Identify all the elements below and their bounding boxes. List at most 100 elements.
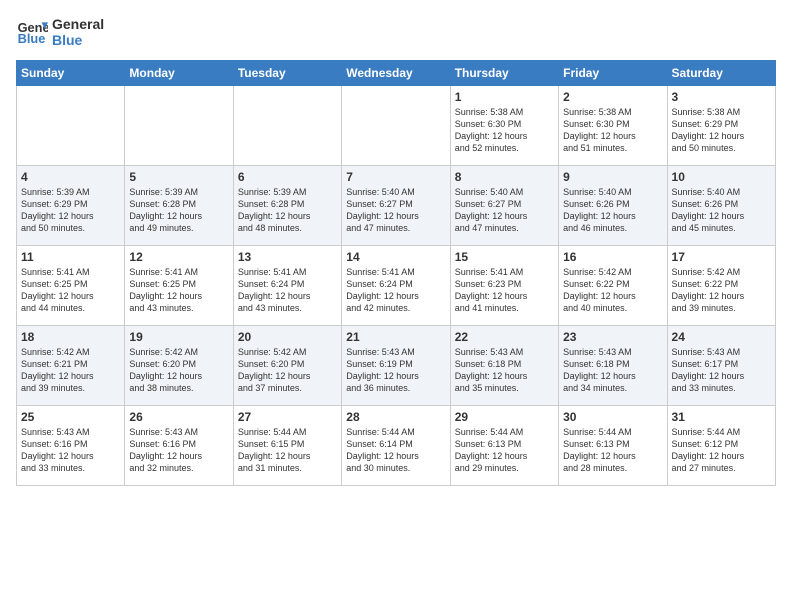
day-detail: Sunrise: 5:44 AM Sunset: 6:14 PM Dayligh… (346, 426, 445, 475)
calendar-cell: 19 Sunrise: 5:42 AM Sunset: 6:20 PM Dayli… (125, 326, 233, 406)
col-header-tuesday: Tuesday (233, 61, 341, 86)
calendar-table: SundayMondayTuesdayWednesdayThursdayFrid… (16, 60, 776, 486)
day-detail: Sunrise: 5:39 AM Sunset: 6:28 PM Dayligh… (129, 186, 228, 235)
col-header-saturday: Saturday (667, 61, 775, 86)
day-number: 25 (21, 410, 120, 424)
day-detail: Sunrise: 5:43 AM Sunset: 6:18 PM Dayligh… (455, 346, 554, 395)
calendar-week-1: 1Sunrise: 5:38 AM Sunset: 6:30 PM Daylig… (17, 86, 776, 166)
day-number: 3 (672, 90, 771, 104)
day-detail: Sunrise: 5:42 AM Sunset: 6:21 PM Dayligh… (21, 346, 120, 395)
day-number: 11 (21, 250, 120, 264)
day-number: 28 (346, 410, 445, 424)
logo-blue: Blue (52, 32, 104, 48)
day-detail: Sunrise: 5:39 AM Sunset: 6:29 PM Dayligh… (21, 186, 120, 235)
col-header-wednesday: Wednesday (342, 61, 450, 86)
calendar-cell: 8 Sunrise: 5:40 AM Sunset: 6:27 PM Daylig… (450, 166, 558, 246)
day-detail: Sunrise: 5:42 AM Sunset: 6:20 PM Dayligh… (129, 346, 228, 395)
day-detail: Sunrise: 5:43 AM Sunset: 6:16 PM Dayligh… (21, 426, 120, 475)
day-number: 4 (21, 170, 120, 184)
day-number: 30 (563, 410, 662, 424)
logo-icon: General Blue (16, 16, 48, 48)
col-header-sunday: Sunday (17, 61, 125, 86)
calendar-cell (125, 86, 233, 166)
day-number: 20 (238, 330, 337, 344)
day-number: 22 (455, 330, 554, 344)
calendar-cell: 30 Sunrise: 5:44 AM Sunset: 6:13 PM Dayli… (559, 406, 667, 486)
calendar-header-row: SundayMondayTuesdayWednesdayThursdayFrid… (17, 61, 776, 86)
col-header-friday: Friday (559, 61, 667, 86)
day-detail: Sunrise: 5:42 AM Sunset: 6:20 PM Dayligh… (238, 346, 337, 395)
day-detail: Sunrise: 5:44 AM Sunset: 6:13 PM Dayligh… (563, 426, 662, 475)
calendar-cell: 25 Sunrise: 5:43 AM Sunset: 6:16 PM Dayli… (17, 406, 125, 486)
calendar-cell (233, 86, 341, 166)
calendar-cell: 15 Sunrise: 5:41 AM Sunset: 6:23 PM Dayli… (450, 246, 558, 326)
day-detail: Sunrise: 5:44 AM Sunset: 6:13 PM Dayligh… (455, 426, 554, 475)
day-detail: Sunrise: 5:44 AM Sunset: 6:12 PM Dayligh… (672, 426, 771, 475)
day-number: 17 (672, 250, 771, 264)
day-detail: Sunrise: 5:41 AM Sunset: 6:23 PM Dayligh… (455, 266, 554, 315)
calendar-cell: 18 Sunrise: 5:42 AM Sunset: 6:21 PM Dayli… (17, 326, 125, 406)
day-number: 5 (129, 170, 228, 184)
day-number: 21 (346, 330, 445, 344)
day-detail: Sunrise: 5:38 AM Sunset: 6:30 PM Dayligh… (455, 106, 554, 155)
day-number: 2 (563, 90, 662, 104)
calendar-week-4: 18 Sunrise: 5:42 AM Sunset: 6:21 PM Dayli… (17, 326, 776, 406)
day-number: 18 (21, 330, 120, 344)
calendar-cell: 3 Sunrise: 5:38 AM Sunset: 6:29 PM Daylig… (667, 86, 775, 166)
day-detail: Sunrise: 5:43 AM Sunset: 6:18 PM Dayligh… (563, 346, 662, 395)
day-detail: Sunrise: 5:43 AM Sunset: 6:19 PM Dayligh… (346, 346, 445, 395)
day-number: 24 (672, 330, 771, 344)
day-number: 8 (455, 170, 554, 184)
day-number: 19 (129, 330, 228, 344)
calendar-cell (342, 86, 450, 166)
day-detail: Sunrise: 5:42 AM Sunset: 6:22 PM Dayligh… (672, 266, 771, 315)
col-header-monday: Monday (125, 61, 233, 86)
day-detail: Sunrise: 5:44 AM Sunset: 6:15 PM Dayligh… (238, 426, 337, 475)
day-detail: Sunrise: 5:38 AM Sunset: 6:29 PM Dayligh… (672, 106, 771, 155)
day-detail: Sunrise: 5:40 AM Sunset: 6:26 PM Dayligh… (672, 186, 771, 235)
day-detail: Sunrise: 5:43 AM Sunset: 6:17 PM Dayligh… (672, 346, 771, 395)
day-detail: Sunrise: 5:39 AM Sunset: 6:28 PM Dayligh… (238, 186, 337, 235)
day-number: 10 (672, 170, 771, 184)
day-number: 12 (129, 250, 228, 264)
calendar-week-3: 11 Sunrise: 5:41 AM Sunset: 6:25 PM Dayli… (17, 246, 776, 326)
calendar-cell (17, 86, 125, 166)
logo-general: General (52, 16, 104, 32)
calendar-cell: 27 Sunrise: 5:44 AM Sunset: 6:15 PM Dayli… (233, 406, 341, 486)
calendar-week-2: 4 Sunrise: 5:39 AM Sunset: 6:29 PM Daylig… (17, 166, 776, 246)
day-detail: Sunrise: 5:41 AM Sunset: 6:24 PM Dayligh… (346, 266, 445, 315)
calendar-cell: 29Sunrise: 5:44 AM Sunset: 6:13 PM Dayli… (450, 406, 558, 486)
calendar-cell: 4 Sunrise: 5:39 AM Sunset: 6:29 PM Daylig… (17, 166, 125, 246)
calendar-cell: 14Sunrise: 5:41 AM Sunset: 6:24 PM Dayli… (342, 246, 450, 326)
day-number: 9 (563, 170, 662, 184)
day-detail: Sunrise: 5:41 AM Sunset: 6:25 PM Dayligh… (129, 266, 228, 315)
day-number: 31 (672, 410, 771, 424)
calendar-cell: 21 Sunrise: 5:43 AM Sunset: 6:19 PM Dayli… (342, 326, 450, 406)
day-detail: Sunrise: 5:43 AM Sunset: 6:16 PM Dayligh… (129, 426, 228, 475)
calendar-cell: 5 Sunrise: 5:39 AM Sunset: 6:28 PM Daylig… (125, 166, 233, 246)
calendar-cell: 9 Sunrise: 5:40 AM Sunset: 6:26 PM Daylig… (559, 166, 667, 246)
calendar-cell: 26 Sunrise: 5:43 AM Sunset: 6:16 PM Dayli… (125, 406, 233, 486)
calendar-cell: 22 Sunrise: 5:43 AM Sunset: 6:18 PM Dayli… (450, 326, 558, 406)
logo: General Blue General Blue (16, 16, 104, 48)
day-number: 27 (238, 410, 337, 424)
day-detail: Sunrise: 5:40 AM Sunset: 6:27 PM Dayligh… (455, 186, 554, 235)
day-number: 16 (563, 250, 662, 264)
calendar-cell: 13Sunrise: 5:41 AM Sunset: 6:24 PM Dayli… (233, 246, 341, 326)
day-detail: Sunrise: 5:40 AM Sunset: 6:26 PM Dayligh… (563, 186, 662, 235)
day-number: 26 (129, 410, 228, 424)
day-detail: Sunrise: 5:38 AM Sunset: 6:30 PM Dayligh… (563, 106, 662, 155)
day-number: 23 (563, 330, 662, 344)
day-detail: Sunrise: 5:41 AM Sunset: 6:24 PM Dayligh… (238, 266, 337, 315)
calendar-cell: 10 Sunrise: 5:40 AM Sunset: 6:26 PM Dayli… (667, 166, 775, 246)
col-header-thursday: Thursday (450, 61, 558, 86)
day-number: 6 (238, 170, 337, 184)
calendar-cell: 17 Sunrise: 5:42 AM Sunset: 6:22 PM Dayli… (667, 246, 775, 326)
calendar-cell: 23 Sunrise: 5:43 AM Sunset: 6:18 PM Dayli… (559, 326, 667, 406)
day-number: 7 (346, 170, 445, 184)
calendar-cell: 28 Sunrise: 5:44 AM Sunset: 6:14 PM Dayli… (342, 406, 450, 486)
day-number: 15 (455, 250, 554, 264)
calendar-cell: 11Sunrise: 5:41 AM Sunset: 6:25 PM Dayli… (17, 246, 125, 326)
day-detail: Sunrise: 5:42 AM Sunset: 6:22 PM Dayligh… (563, 266, 662, 315)
calendar-cell: 2 Sunrise: 5:38 AM Sunset: 6:30 PM Daylig… (559, 86, 667, 166)
